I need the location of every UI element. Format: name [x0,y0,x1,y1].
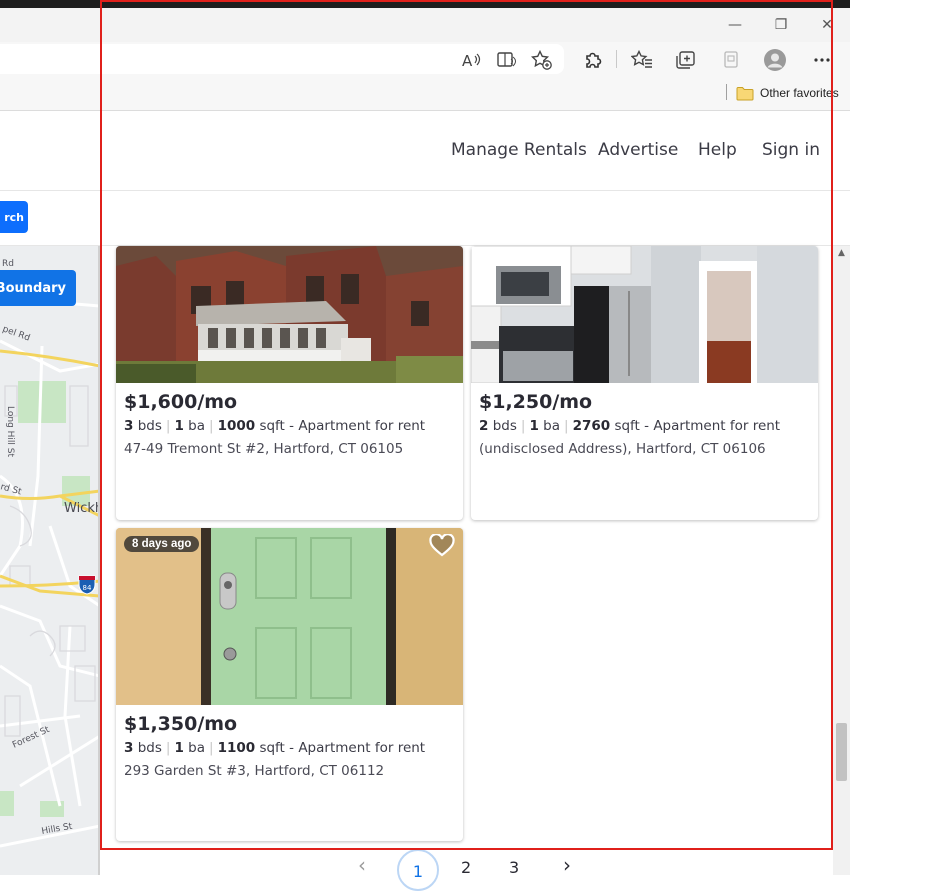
read-aloud-icon[interactable]: A [458,47,484,73]
search-button-label: rch [4,210,24,224]
sqft-value: 1100 [217,740,256,756]
sqft-value: 1000 [217,418,256,434]
baths-value: 1 [174,418,184,434]
listing-card[interactable]: $1,250/mo 2 bds | 1 ba | 2760 sqft - Apartme… [471,246,818,520]
map-panel[interactable]: 84 Rd pel Rd Long Hill St rd St Forest S… [0,246,100,875]
restore-icon: ❐ [774,17,788,33]
draw-boundary-button[interactable]: Boundary [0,270,76,306]
baths-unit: ba [543,418,560,434]
listing-address[interactable]: 293 Garden St #3, Hartford, CT 06112 [124,759,455,783]
interstate-shield-icon: 84 [78,575,96,595]
favorites-bar [0,78,850,111]
svg-text:A: A [462,52,473,69]
listing-type: - Apartment for rent [289,418,426,434]
sqft-unit: sqft [614,418,640,434]
profile-icon[interactable] [762,47,788,73]
folder-icon [736,86,754,100]
close-window-button[interactable]: ✕ [804,8,850,42]
listing-address[interactable]: 47-49 Tremont St #2, Hartford, CT 06105 [124,437,455,461]
outside-window-area [850,0,933,875]
listing-photo[interactable] [116,246,463,383]
listing-facts: 2 bds | 1 ba | 2760 sqft - Apartment for ren… [479,418,781,434]
svg-text:Long Hill St: Long Hill St [5,406,15,457]
listing-card[interactable]: $1,600/mo 3 bds | 1 ba | 1000 sqft - Apartme… [116,246,463,520]
extensions-icon[interactable] [580,47,606,73]
map-roads: 84 Rd pel Rd Long Hill St rd St Forest S… [0,246,100,875]
beds-unit: bds [137,740,162,756]
listing-price: $1,600/mo [124,391,238,413]
nav-manage-rentals[interactable]: Manage Rentals [451,140,587,160]
toolbar-divider [616,50,617,68]
listing-address[interactable]: (undisclosed Address), Hartford, CT 0610… [479,437,810,461]
pagination-next-icon[interactable]: › [563,853,571,877]
listing-facts: 3 bds | 1 ba | 1000 sqft - Apartment for ren… [124,418,426,434]
pagination-page-2[interactable]: 2 [461,858,471,877]
immersive-reader-icon[interactable] [494,47,520,73]
listing-card[interactable]: 8 days ago $1,350/mo 3 bds | 1 ba | 1100 sqf… [116,528,463,841]
favorite-heart-icon[interactable] [429,533,455,558]
add-favorite-icon[interactable] [529,47,555,73]
sqft-value: 2760 [572,418,611,434]
close-icon: ✕ [821,17,833,33]
beds-value: 3 [124,740,134,756]
baths-value: 1 [174,740,184,756]
scrollbar-thumb[interactable] [836,723,847,781]
baths-value: 1 [529,418,539,434]
listing-type: - Apartment for rent [289,740,426,756]
sqft-unit: sqft [259,740,285,756]
boundary-button-label: Boundary [0,280,66,296]
beds-unit: bds [137,418,162,434]
collections-icon[interactable] [673,47,699,73]
listing-photo[interactable]: 8 days ago [116,528,463,705]
beds-value: 2 [479,418,489,434]
baths-unit: ba [188,418,205,434]
title-bar-strip [0,0,850,8]
filter-bar [0,191,850,246]
svg-text:84: 84 [83,584,92,592]
beds-value: 3 [124,418,134,434]
listing-facts: 3 bds | 1 ba | 1100 sqft - Apartment for ren… [124,740,426,756]
pagination-prev-icon[interactable]: ‹ [358,853,366,877]
minimize-button[interactable]: — [712,8,758,42]
svg-text:Wickh: Wickh [64,501,100,516]
listing-price: $1,350/mo [124,713,238,735]
favorites-icon[interactable] [629,47,655,73]
sidebar-icon[interactable] [718,47,744,73]
other-favorites-folder[interactable]: Other favorites [736,84,839,102]
sqft-unit: sqft [259,418,285,434]
other-favorites-label: Other favorites [760,86,839,100]
listing-price: $1,250/mo [479,391,593,413]
restore-button[interactable]: ❐ [758,8,804,42]
beds-unit: bds [492,418,517,434]
favorites-divider [726,84,727,100]
svg-text:Rd: Rd [2,259,14,269]
more-icon[interactable] [809,47,835,73]
search-button[interactable]: rch [0,201,28,233]
nav-advertise[interactable]: Advertise [598,140,678,160]
pagination-page-3[interactable]: 3 [509,858,519,877]
minimize-icon: — [728,17,742,33]
baths-unit: ba [188,740,205,756]
nav-sign-in[interactable]: Sign in [762,140,820,160]
listing-age-badge: 8 days ago [124,536,200,552]
nav-help[interactable]: Help [698,140,737,160]
scroll-up-arrow-icon[interactable]: ▲ [835,248,848,262]
listing-photo[interactable] [471,246,818,383]
listing-type: - Apartment for rent [644,418,781,434]
pagination-page-current[interactable]: 1 [397,849,439,891]
